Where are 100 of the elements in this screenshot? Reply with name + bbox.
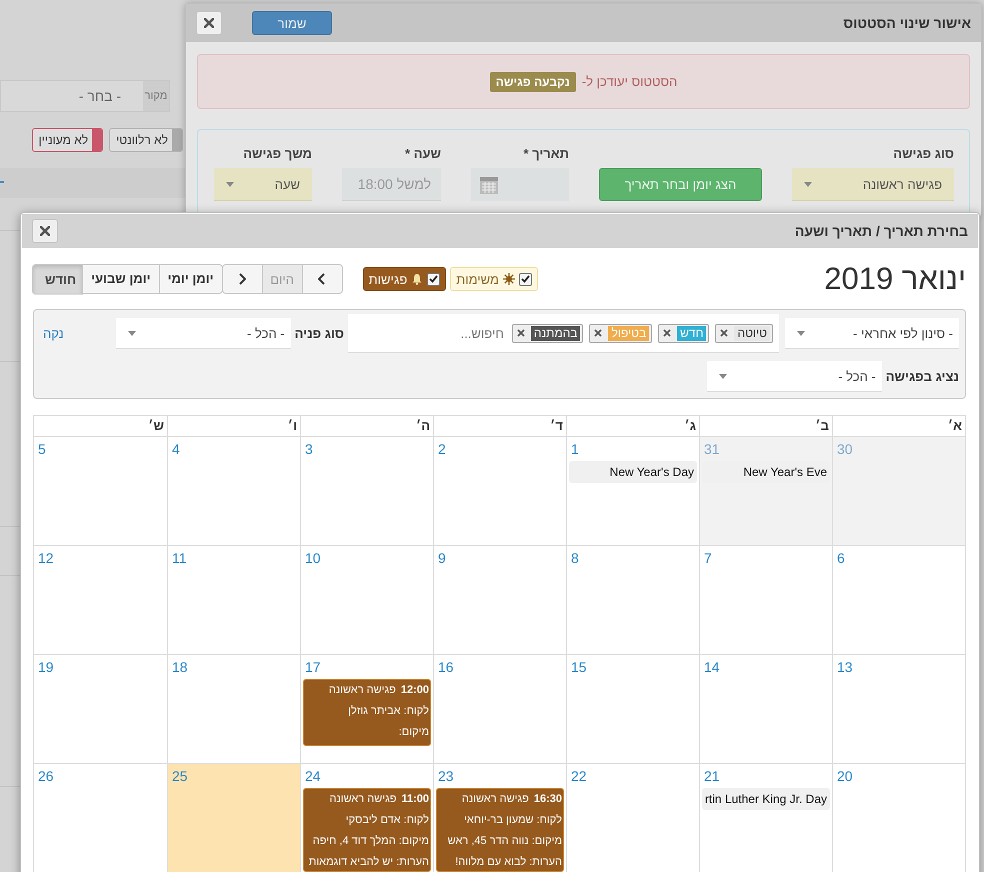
day-cell[interactable]: 25: [167, 764, 300, 872]
weekday-header: ד׳: [433, 416, 566, 436]
day-cell[interactable]: 7: [699, 546, 832, 654]
day-number: 17: [304, 659, 321, 675]
day-number: 5: [37, 441, 46, 457]
day-number: 2: [437, 441, 446, 457]
day-cell[interactable]: 9: [433, 546, 566, 654]
event-time: 12:00: [400, 683, 429, 698]
day-cell[interactable]: 31 New Year's Eve: [699, 437, 832, 545]
select-value: - בחר -: [78, 87, 122, 106]
day-number: 30: [836, 441, 853, 457]
tag-label: בהמתנה: [530, 326, 580, 340]
show-calendar-button[interactable]: הצג יומן ובחר תאריך: [599, 168, 762, 201]
day-cell[interactable]: 22: [566, 764, 699, 872]
weekday-header: ג׳: [566, 416, 699, 436]
day-cell[interactable]: 6: [832, 546, 965, 654]
time-field[interactable]: למשל 18:00: [342, 168, 441, 201]
day-number: 25: [171, 768, 188, 784]
day-number: 13: [836, 659, 853, 675]
event-time: 11:00: [401, 792, 429, 807]
status-tag[interactable]: בהמתנה: [512, 324, 584, 342]
view-tab[interactable]: חודש: [32, 264, 84, 294]
weekday-header: ה׳: [300, 416, 433, 436]
event-detail: הערות: יש להביא דוגמאות: [308, 855, 429, 870]
event-title: פגישה ראשונה: [462, 792, 529, 807]
day-cell[interactable]: 1 New Year's Day: [566, 437, 699, 545]
view-tab[interactable]: יומן יומי: [158, 264, 223, 294]
day-cell[interactable]: 20: [832, 764, 965, 872]
filter-toggle[interactable]: פגישות: [362, 267, 446, 291]
day-number: 11: [171, 550, 187, 566]
day-cell[interactable]: 2: [433, 437, 566, 545]
tag-label: חדש: [677, 326, 706, 340]
day-cell[interactable]: 16: [433, 655, 566, 763]
day-cell[interactable]: 18: [167, 655, 300, 763]
field-label: שעה *: [404, 146, 441, 162]
day-number: 21: [703, 768, 720, 784]
day-cell[interactable]: 30: [832, 437, 965, 545]
day-cell[interactable]: 14: [699, 655, 832, 763]
day-cell[interactable]: 5: [34, 437, 167, 545]
field-label: משך פגישה: [242, 146, 312, 162]
event-detail: מיקום: המלך דוד 4, חיפה: [312, 834, 429, 849]
select-field[interactable]: שעה: [214, 168, 312, 201]
day-number: 16: [437, 659, 454, 675]
select-field[interactable]: - הכל -: [116, 318, 291, 349]
day-cell[interactable]: 21 rtin Luther King Jr. Day: [699, 764, 832, 872]
day-number: 12: [37, 550, 54, 566]
select-field[interactable]: - סינון לפי אחראי -: [785, 318, 959, 349]
day-cell[interactable]: 12: [34, 546, 167, 654]
status-tag[interactable]: לא רלוונטי: [109, 128, 183, 152]
status-tag[interactable]: לא מעוניין: [32, 128, 104, 152]
day-number: 23: [437, 768, 454, 784]
view-tab[interactable]: יומן שבועי: [82, 264, 160, 294]
tag-label: טיוטה: [734, 326, 770, 340]
day-cell[interactable]: 8: [566, 546, 699, 654]
event-detail: לקוח: שמעון בר-יוחאי: [463, 813, 562, 828]
day-cell[interactable]: 26: [34, 764, 167, 872]
day-number: 26: [37, 768, 54, 784]
clear-link[interactable]: נקה: [43, 326, 64, 341]
holiday-event[interactable]: rtin Luther King Jr. Day: [702, 788, 830, 810]
day-cell[interactable]: 3: [300, 437, 433, 545]
field-label: סוג פניה: [294, 326, 344, 341]
day-number: 19: [37, 659, 54, 675]
tag-input-field[interactable]: טיוטה חדש בטיפול בהמתנה חיפוש...: [348, 314, 779, 353]
day-cell[interactable]: 10: [300, 546, 433, 654]
status-tag[interactable]: חדש: [658, 324, 710, 342]
field-label: סוג פגישה: [892, 146, 954, 162]
day-number: 3: [304, 441, 313, 457]
day-cell[interactable]: 15: [566, 655, 699, 763]
status-tag[interactable]: טיוטה: [715, 324, 773, 342]
day-number: 20: [836, 768, 853, 784]
weekday-header: א׳: [832, 416, 965, 436]
filter-toggle[interactable]: משימות: [450, 267, 538, 291]
day-cell[interactable]: 19: [34, 655, 167, 763]
day-number: 6: [836, 550, 845, 566]
day-cell[interactable]: 4: [167, 437, 300, 545]
event-time: 16:30: [534, 792, 562, 807]
event-detail: מיקום: נווה הדר 45, ראש: [446, 834, 562, 849]
day-number: 8: [570, 550, 579, 566]
day-cell[interactable]: 11: [167, 546, 300, 654]
select-field[interactable]: פגישה ראשונה: [792, 168, 954, 201]
field-label: תאריך *: [522, 146, 569, 162]
day-number: 4: [171, 441, 180, 457]
day-number: 10: [304, 550, 321, 566]
day-cell[interactable]: 13: [832, 655, 965, 763]
event-detail: לקוח: אביתר גוזלן: [347, 704, 429, 719]
status-badge: נקבעה פגישה: [490, 72, 576, 92]
day-number: 15: [570, 659, 587, 675]
holiday-event[interactable]: New Year's Day: [569, 461, 697, 483]
day-number: 14: [703, 659, 720, 675]
save-button[interactable]: שמור: [252, 11, 332, 35]
source-field[interactable]: מקור - בחר -: [0, 80, 170, 112]
alert-text: הסטטוס יעודכן ל-: [582, 74, 678, 89]
select-field[interactable]: - הכל -: [706, 361, 882, 392]
month-title: ינואר 2019: [823, 261, 966, 297]
dialog-title: בחירת תאריך / תאריך ושעה: [794, 223, 968, 239]
event-title: פגישה ראשונה: [329, 792, 396, 807]
event-detail: לקוח: אדם ליבסקי: [344, 813, 429, 828]
weekday-header: ב׳: [699, 416, 832, 436]
event-detail: מיקום:: [398, 725, 429, 740]
weekday-header: ו׳: [167, 416, 300, 436]
